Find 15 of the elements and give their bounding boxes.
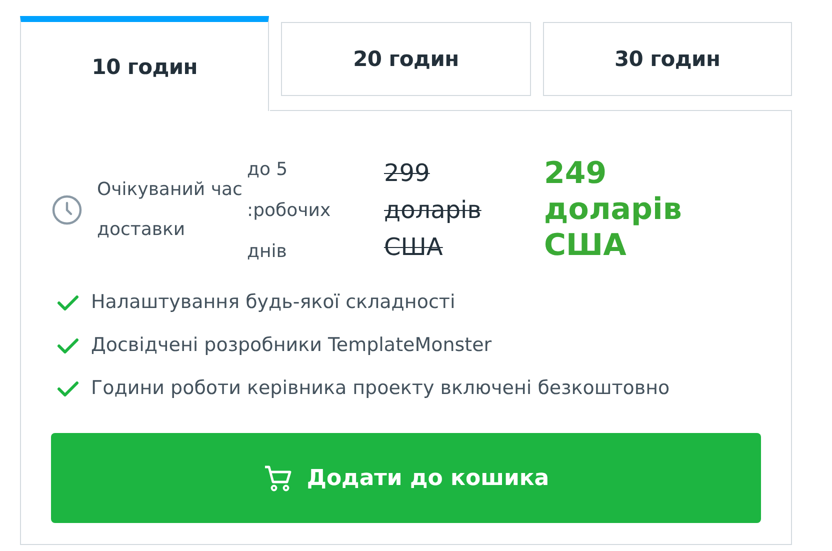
checkmark-icon xyxy=(57,294,79,312)
delivery-value: до 5 :робочих днів xyxy=(247,158,332,264)
checkmark-icon xyxy=(57,336,79,354)
old-price: 299 доларів США xyxy=(384,158,482,262)
cart-icon xyxy=(262,463,293,493)
delivery-label: Очікуваний час доставки xyxy=(97,178,244,242)
sale-price: 249 доларів США xyxy=(544,156,683,264)
tab[interactable]: 20 годин xyxy=(281,22,531,96)
feature-text: Налаштування будь-якої складності xyxy=(91,290,456,315)
feature-text: Години роботи керівника проекту включені безкоштовно xyxy=(91,376,670,401)
tab[interactable]: 10 годин xyxy=(20,16,270,111)
clock-icon xyxy=(51,194,83,226)
checkmark-icon xyxy=(57,380,79,398)
feature-text: Досвідчені розробники TemplateMonster xyxy=(91,333,492,358)
tab[interactable]: 30 годин xyxy=(542,22,792,96)
